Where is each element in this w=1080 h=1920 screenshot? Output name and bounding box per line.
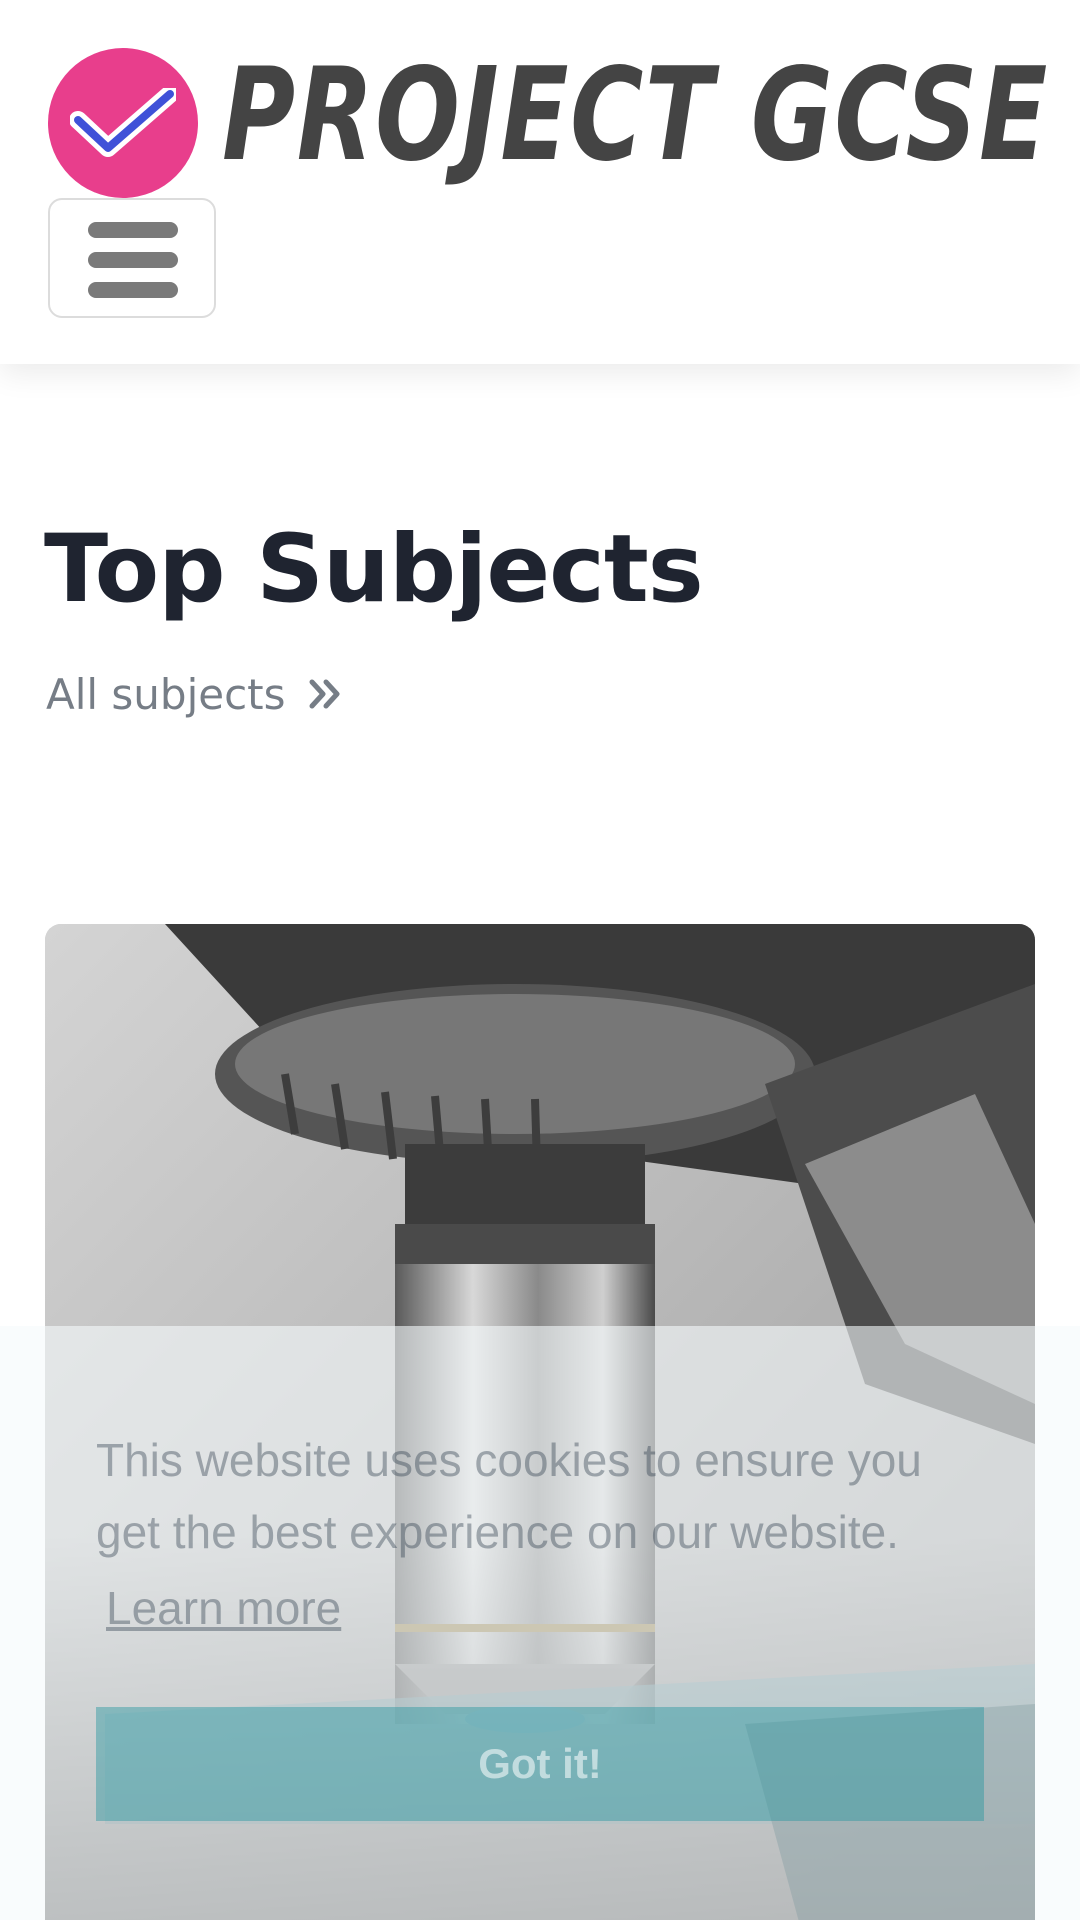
site-header: PROJECT GCSE bbox=[0, 0, 1080, 364]
cookie-learn-more-link[interactable]: Learn more bbox=[106, 1576, 341, 1640]
hamburger-menu-button[interactable] bbox=[48, 198, 216, 318]
hamburger-menu-icon-bar bbox=[88, 252, 178, 268]
double-chevron-right-icon bbox=[309, 679, 340, 709]
all-subjects-label: All subjects bbox=[46, 669, 286, 719]
hamburger-menu-icon bbox=[88, 222, 178, 238]
logo-icon[interactable] bbox=[48, 48, 198, 198]
all-subjects-link[interactable]: All subjects bbox=[46, 666, 344, 722]
cookie-message: This website uses cookies to ensure you … bbox=[96, 1434, 922, 1558]
section-title: Top Subjects bbox=[44, 515, 704, 624]
hamburger-menu-icon-bar bbox=[88, 282, 178, 298]
checkmark-icon bbox=[70, 88, 176, 157]
brand-logo-text[interactable]: PROJECT GCSE bbox=[222, 46, 1049, 186]
subject-card-title: GCSE BIOLOGY bbox=[60, 818, 478, 872]
cookie-accept-button[interactable]: Got it! bbox=[96, 1707, 984, 1821]
